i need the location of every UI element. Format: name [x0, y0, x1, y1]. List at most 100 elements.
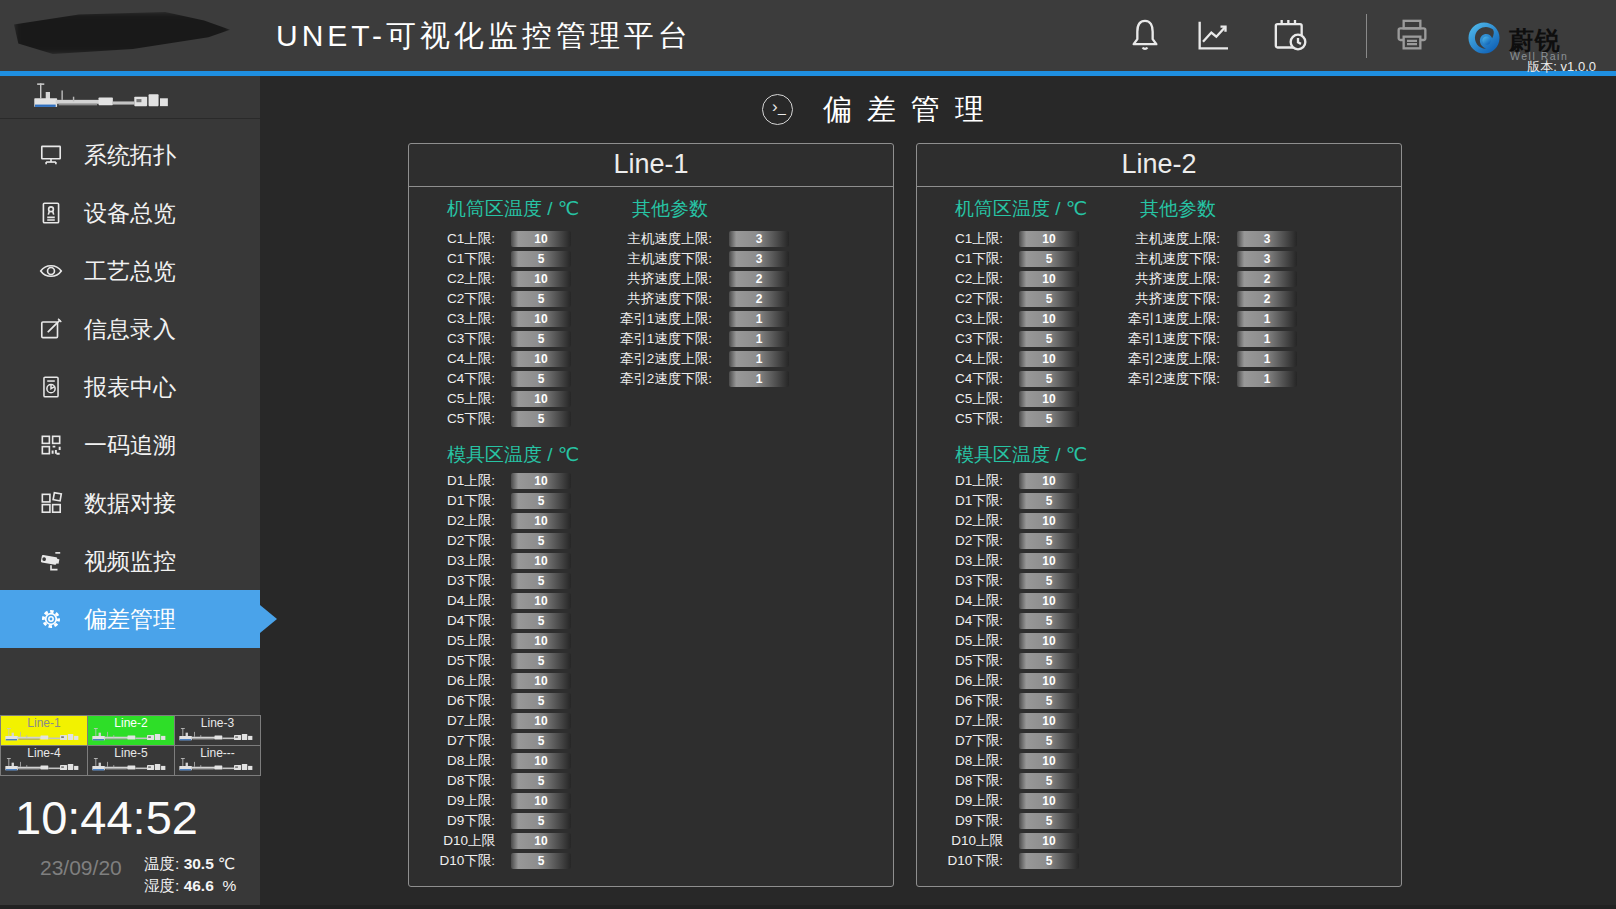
param-value-field[interactable]: 10	[511, 553, 571, 569]
param-value-field[interactable]: 10	[511, 391, 571, 407]
param-value-field[interactable]: 5	[1019, 613, 1079, 629]
param-value-field[interactable]: 5	[511, 573, 571, 589]
line-thumbnail[interactable]: Line-5	[87, 745, 175, 776]
param-value-field[interactable]: 10	[1019, 673, 1079, 689]
sidebar-item-7[interactable]: 数据对接	[0, 474, 260, 532]
param-value-field[interactable]: 5	[1019, 813, 1079, 829]
param-value-field[interactable]: 5	[1019, 773, 1079, 789]
param-value-field[interactable]: 5	[511, 533, 571, 549]
trend-chart-icon[interactable]	[1193, 15, 1233, 55]
param-value-field[interactable]: 5	[1019, 251, 1079, 267]
param-value-field[interactable]: 10	[1019, 793, 1079, 809]
param-value-field[interactable]: 5	[511, 291, 571, 307]
param-value-field[interactable]: 5	[1019, 733, 1079, 749]
param-value-field[interactable]: 10	[511, 311, 571, 327]
param-value-field[interactable]: 5	[511, 653, 571, 669]
param-value-field[interactable]: 5	[1019, 853, 1079, 869]
sidebar-item-8[interactable]: 视频监控	[0, 532, 260, 590]
param-value-field[interactable]: 5	[511, 733, 571, 749]
param-value-field[interactable]: 1	[729, 311, 789, 327]
param-value-field[interactable]: 5	[1019, 493, 1079, 509]
param-value-field[interactable]: 10	[1019, 753, 1079, 769]
param-value-field[interactable]: 5	[1019, 573, 1079, 589]
param-value-field[interactable]: 10	[1019, 391, 1079, 407]
param-value-field[interactable]: 10	[511, 231, 571, 247]
param-value-field[interactable]: 5	[1019, 411, 1079, 427]
line-thumbnail[interactable]: Line-4	[0, 745, 88, 776]
param-value-field[interactable]: 1	[1237, 351, 1297, 367]
param-value-field[interactable]: 1	[729, 351, 789, 367]
param-value-field[interactable]: 2	[1237, 271, 1297, 287]
param-value-field[interactable]: 10	[511, 753, 571, 769]
param-value-field[interactable]: 1	[729, 331, 789, 347]
param-value-field[interactable]: 10	[511, 593, 571, 609]
app-header: UNET-可视化监控管理平台	[0, 0, 1616, 76]
param-value-field[interactable]: 5	[1019, 653, 1079, 669]
param-value-field[interactable]: 10	[1019, 513, 1079, 529]
param-value-field[interactable]: 5	[511, 493, 571, 509]
param-value-field[interactable]: 10	[1019, 473, 1079, 489]
line-thumbnail[interactable]: Line---	[174, 745, 261, 776]
sidebar-item-2[interactable]: 设备总览	[0, 184, 260, 242]
line-thumbnail[interactable]: Line-2	[87, 715, 175, 746]
sidebar-item-4[interactable]: 信息录入	[0, 300, 260, 358]
param-value-field[interactable]: 10	[1019, 833, 1079, 849]
param-value-field[interactable]: 3	[1237, 251, 1297, 267]
param-label: D5上限:	[947, 632, 1003, 650]
param-value-field[interactable]: 5	[511, 411, 571, 427]
param-value-field[interactable]: 5	[511, 251, 571, 267]
param-label: D2下限:	[439, 532, 495, 550]
sidebar-item-5[interactable]: 报表中心	[0, 358, 260, 416]
param-value-field[interactable]: 5	[511, 371, 571, 387]
param-value-field[interactable]: 1	[1237, 331, 1297, 347]
param-value-field[interactable]: 5	[1019, 331, 1079, 347]
param-value-field[interactable]: 10	[1019, 351, 1079, 367]
param-value-field[interactable]: 10	[1019, 593, 1079, 609]
param-value-field[interactable]: 1	[729, 371, 789, 387]
sidebar-item-6[interactable]: 一码追溯	[0, 416, 260, 474]
param-value-field[interactable]: 5	[511, 331, 571, 347]
param-value-field[interactable]: 5	[1019, 291, 1079, 307]
printer-icon[interactable]	[1392, 15, 1432, 55]
line-thumbnail[interactable]: Line-1	[0, 715, 88, 746]
param-value-field[interactable]: 5	[1019, 533, 1079, 549]
line-thumbnail[interactable]: Line-3	[174, 715, 261, 746]
param-value-field[interactable]: 2	[729, 291, 789, 307]
param-value-field[interactable]: 10	[511, 271, 571, 287]
param-value-field[interactable]: 10	[1019, 553, 1079, 569]
sidebar-item-3[interactable]: 工艺总览	[0, 242, 260, 300]
param-row: D4下限:5	[947, 611, 1177, 631]
param-value-field[interactable]: 10	[511, 673, 571, 689]
param-value-field[interactable]: 10	[511, 351, 571, 367]
param-value-field[interactable]: 10	[511, 713, 571, 729]
param-value-field[interactable]: 3	[729, 251, 789, 267]
param-value-field[interactable]: 5	[511, 773, 571, 789]
bell-icon[interactable]	[1125, 15, 1165, 55]
param-value-field[interactable]: 5	[1019, 371, 1079, 387]
param-row: D1下限:5	[947, 491, 1177, 511]
param-value-field[interactable]: 10	[1019, 713, 1079, 729]
param-value-field[interactable]: 5	[511, 693, 571, 709]
param-value-field[interactable]: 10	[511, 513, 571, 529]
param-value-field[interactable]: 1	[1237, 311, 1297, 327]
param-value-field[interactable]: 1	[1237, 371, 1297, 387]
param-value-field[interactable]: 3	[1237, 231, 1297, 247]
param-value-field[interactable]: 5	[511, 613, 571, 629]
param-value-field[interactable]: 10	[511, 793, 571, 809]
param-value-field[interactable]: 10	[511, 473, 571, 489]
sidebar-item-1[interactable]: 系统拓扑	[0, 126, 260, 184]
sidebar-item-9[interactable]: 偏差管理	[0, 590, 260, 648]
param-value-field[interactable]: 10	[511, 633, 571, 649]
param-value-field[interactable]: 10	[511, 833, 571, 849]
param-value-field[interactable]: 10	[1019, 231, 1079, 247]
param-value-field[interactable]: 10	[1019, 633, 1079, 649]
calendar-clock-icon[interactable]	[1270, 15, 1310, 55]
param-value-field[interactable]: 2	[729, 271, 789, 287]
param-value-field[interactable]: 5	[1019, 693, 1079, 709]
param-value-field[interactable]: 3	[729, 231, 789, 247]
param-value-field[interactable]: 2	[1237, 291, 1297, 307]
param-value-field[interactable]: 10	[1019, 271, 1079, 287]
param-value-field[interactable]: 10	[1019, 311, 1079, 327]
param-value-field[interactable]: 5	[511, 853, 571, 869]
param-value-field[interactable]: 5	[511, 813, 571, 829]
